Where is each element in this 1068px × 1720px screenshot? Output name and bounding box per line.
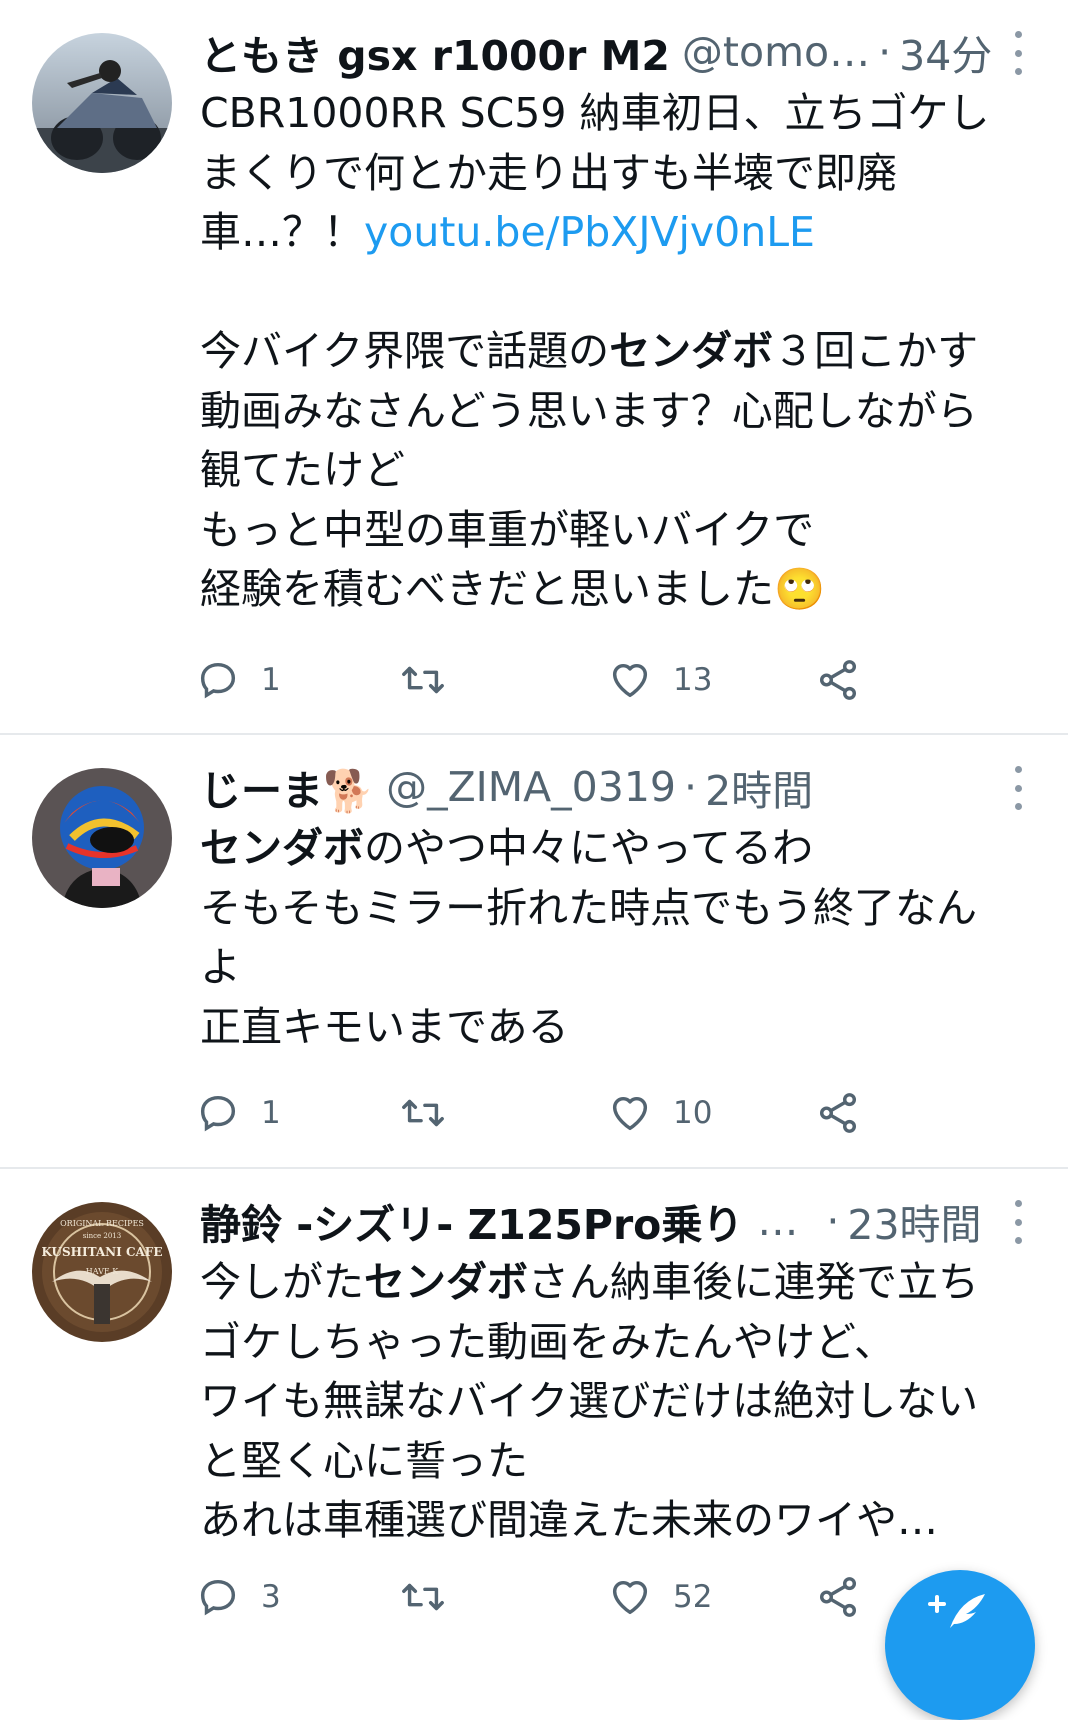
retweet-icon bbox=[402, 666, 444, 694]
reply-count: 1 bbox=[261, 1095, 281, 1131]
tweet[interactable]: ORIGINAL RECIPES since 2013 KUSHITANI CA… bbox=[0, 1169, 1068, 1650]
tweet-text-segment: 正直キモいまである bbox=[200, 1002, 569, 1051]
tweet-text-segment: そもそもミラー折れた時点でもう終了なん bbox=[200, 883, 977, 932]
reply-icon bbox=[200, 662, 236, 699]
compose-tweet-icon bbox=[928, 1594, 985, 1628]
name-truncation: … bbox=[757, 1197, 799, 1245]
tweet-text-line: 正直キモいまである bbox=[200, 998, 1050, 1058]
heart-icon bbox=[612, 663, 648, 698]
more-vertical-icon[interactable] bbox=[1008, 1200, 1028, 1244]
reply-count: 1 bbox=[261, 662, 281, 698]
tweet-time[interactable]: 34分 bbox=[899, 22, 992, 82]
tweet-time[interactable]: 23時間 bbox=[847, 1191, 981, 1251]
tweet-text-line: ワイも無謀なバイク選びだけは絶対しない bbox=[200, 1372, 1050, 1432]
tweet-time[interactable]: 2時間 bbox=[705, 757, 813, 817]
tweet-text-segment: ゴケしちゃった動画をみたんやけど、 bbox=[200, 1317, 895, 1366]
tweet-text-line: と堅く心に誓った bbox=[200, 1432, 1050, 1492]
avatar-brand-text: KUSHITANI CAFE bbox=[42, 1245, 163, 1259]
tweet-text-line: ゴケしちゃった動画をみたんやけど、 bbox=[200, 1313, 1050, 1373]
tweet-text-segment: CBR1000RR SC59 納車初日、立ちゴケし bbox=[200, 89, 990, 137]
reply-icon bbox=[200, 1095, 236, 1132]
tweet-text-bold: センダボ bbox=[200, 824, 364, 872]
tweet-text-segment: よ bbox=[200, 943, 241, 991]
display-name[interactable]: じーま🐕 bbox=[200, 757, 374, 817]
tweet-text-segment: ３回こかす bbox=[773, 327, 979, 375]
reply-icon bbox=[200, 1579, 236, 1616]
retweet-button[interactable] bbox=[400, 650, 446, 710]
more-vertical-icon[interactable] bbox=[1008, 766, 1028, 810]
like-count: 10 bbox=[673, 1095, 713, 1131]
like-count: 13 bbox=[673, 662, 713, 698]
avatar-ring-text: ORIGINAL RECIPES bbox=[60, 1219, 144, 1228]
tweet-text-segment: 観てたけど bbox=[200, 446, 405, 494]
share-icon bbox=[819, 1577, 857, 1617]
tweet-text: CBR1000RR SC59 納車初日、立ちゴケし まくりで何とか走り出すも半壊で… bbox=[200, 84, 1050, 620]
user-handle[interactable]: @_ZIMA_0319 bbox=[386, 763, 676, 811]
tweet-text-bold: センダボ bbox=[364, 1258, 528, 1306]
heart-icon bbox=[612, 1096, 648, 1131]
tweet-text-segment: 今バイク界隈で話題の bbox=[200, 327, 610, 375]
avatar-bottom-text: HAVE K bbox=[86, 1267, 120, 1276]
tweet-text: センダボのやつ中々にやってるわ そもそもミラー折れた時点でもう終了なんよ正直キモい… bbox=[200, 819, 1050, 1057]
like-button[interactable]: 10 bbox=[607, 1083, 712, 1143]
avatar[interactable] bbox=[32, 768, 172, 908]
retweet-button[interactable] bbox=[400, 1567, 446, 1627]
tweet-text-segment: 経験を積むべきだと思いました bbox=[200, 565, 774, 613]
tweet-text-line: 経験を積むべきだと思いました🙄 bbox=[200, 560, 1050, 620]
tweet-text-line: 動画みなさんどう思います？心配しながら bbox=[200, 382, 1050, 442]
more-vertical-icon[interactable] bbox=[1008, 31, 1028, 75]
reply-button[interactable]: 3 bbox=[195, 1567, 281, 1627]
tweet-link[interactable]: youtu.be/PbXJVjv0nLE bbox=[364, 208, 815, 256]
tweet-text-segment: まくりで何とか走り出すも半壊で即廃 bbox=[200, 148, 897, 197]
share-icon bbox=[819, 660, 857, 700]
share-button[interactable] bbox=[815, 650, 861, 710]
tweet[interactable]: じーま🐕 @_ZIMA_0319 · 2時間 センダボのやつ中々にやってるわ そも… bbox=[0, 735, 1068, 1170]
tweet-text-line: まくりで何とか走り出すも半壊で即廃 bbox=[200, 144, 1050, 204]
tweet-text-line: 車…？！youtu.be/PbXJVjv0nLE bbox=[200, 203, 1050, 263]
user-handle[interactable]: @tomo… bbox=[682, 28, 870, 76]
tweet-text-segment: もっと中型の車重が軽いバイクで bbox=[200, 505, 815, 554]
share-button[interactable] bbox=[815, 1567, 861, 1627]
tweet[interactable]: ともき gsx r1000r M2 @tomo… · 34分 CBR1000RR… bbox=[0, 0, 1068, 700]
tweet-text-line: 今バイク界隈で話題のセンダボ３回こかす bbox=[200, 322, 1050, 382]
avatar[interactable] bbox=[32, 33, 172, 173]
display-name[interactable]: ともき gsx r1000r M2 bbox=[200, 22, 670, 82]
tweet-text-segment: あれは車種選び間違えた未来のワイや… bbox=[200, 1496, 938, 1544]
tweet-text-segment: さん納車後に連発で立ち bbox=[528, 1258, 979, 1306]
share-icon bbox=[819, 1093, 857, 1133]
retweet-icon bbox=[402, 1583, 444, 1611]
tweet-text-segment: のやつ中々にやってるわ bbox=[364, 824, 813, 872]
tweet-text-bold: センダボ bbox=[609, 327, 774, 375]
retweet-button[interactable] bbox=[400, 1083, 446, 1143]
tweet-text-line: あれは車種選び間違えた未来のワイや… bbox=[200, 1491, 1050, 1551]
tweet-text: 今しがたセンダボさん納車後に連発で立ち ゴケしちゃった動画をみたんやけど、 ワイも無… bbox=[200, 1253, 1050, 1551]
retweet-icon bbox=[402, 1099, 444, 1127]
display-name[interactable]: 静鈴 -シズリ- Z125Pro乗り bbox=[200, 1191, 743, 1251]
tweet-text-line: 今しがたセンダボさん納車後に連発で立ち bbox=[200, 1253, 1050, 1313]
like-button[interactable]: 13 bbox=[607, 650, 712, 710]
tweet-text-line: もっと中型の車重が軽いバイクで bbox=[200, 501, 1050, 561]
tweet-text-segment: 🙄 bbox=[774, 565, 826, 613]
avatar[interactable]: ORIGINAL RECIPES since 2013 KUSHITANI CA… bbox=[32, 1202, 172, 1342]
tweet-text-line: 観てたけど bbox=[200, 441, 1050, 501]
tweet-text-line: CBR1000RR SC59 納車初日、立ちゴケし bbox=[200, 84, 1050, 144]
avatar-since-text: since 2013 bbox=[83, 1232, 121, 1240]
reply-count: 3 bbox=[261, 1579, 281, 1615]
tweet-text-line: センダボのやつ中々にやってるわ bbox=[200, 819, 1050, 879]
heart-icon bbox=[612, 1580, 648, 1615]
tweet-text-line: よ bbox=[200, 938, 1050, 998]
reply-button[interactable]: 1 bbox=[195, 1083, 281, 1143]
tweet-text-segment: 車…？！ bbox=[200, 208, 364, 256]
share-button[interactable] bbox=[815, 1083, 861, 1143]
reply-button[interactable]: 1 bbox=[195, 650, 281, 710]
tweet-text-segment: 今しがた bbox=[200, 1258, 364, 1306]
like-count: 52 bbox=[673, 1579, 713, 1615]
tweet-text-segment: ワイも無謀なバイク選びだけは絶対しない bbox=[200, 1377, 979, 1425]
like-button[interactable]: 52 bbox=[607, 1567, 712, 1627]
compose-tweet-button[interactable] bbox=[885, 1570, 1035, 1720]
tweet-text-segment: と堅く心に誓った bbox=[200, 1436, 528, 1485]
tweet-text-line: そもそもミラー折れた時点でもう終了なん bbox=[200, 879, 1050, 939]
tweet-text-segment: 動画みなさんどう思います？心配しながら bbox=[200, 386, 978, 435]
